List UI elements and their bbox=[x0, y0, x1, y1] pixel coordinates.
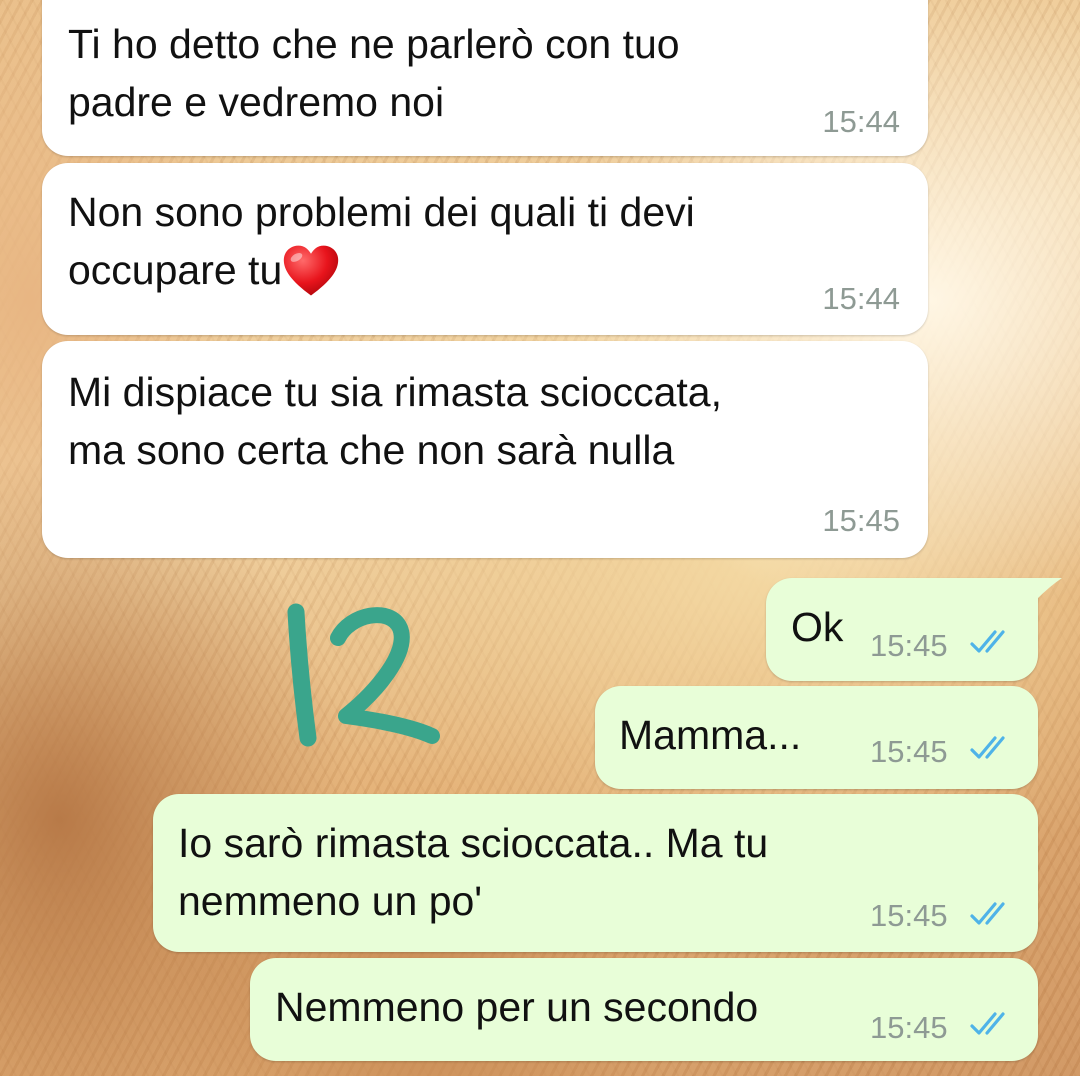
double-check-read-icon bbox=[970, 1012, 1005, 1035]
double-check-read-icon bbox=[970, 736, 1005, 759]
bubble-tail bbox=[1036, 578, 1062, 600]
message-bubble-outgoing[interactable]: Ok 15:45 bbox=[766, 578, 1038, 681]
message-bubble-outgoing[interactable]: Io sarò rimasta scioccata.. Ma tu nemmen… bbox=[153, 794, 1038, 952]
message-text: Io sarò rimasta scioccata.. Ma tu nemmen… bbox=[178, 820, 769, 924]
message-bubble-incoming[interactable]: Ti ho detto che ne parlerò con tuo padre… bbox=[42, 0, 928, 156]
double-check-read-icon bbox=[970, 630, 1005, 653]
message-text-content: Non sono problemi dei quali ti devi occu… bbox=[68, 189, 695, 293]
message-time: 15:44 bbox=[822, 281, 900, 316]
message-time: 15:45 bbox=[870, 628, 948, 663]
message-time: 15:45 bbox=[822, 503, 900, 538]
message-bubble-outgoing[interactable]: Nemmeno per un secondo 15:45 bbox=[250, 958, 1038, 1061]
message-text: Mamma... bbox=[619, 712, 802, 758]
message-text: Mi dispiace tu sia rimasta scioccata, ma… bbox=[68, 369, 722, 473]
message-bubble-outgoing[interactable]: Mamma... 15:45 bbox=[595, 686, 1038, 789]
message-time: 15:45 bbox=[870, 734, 948, 769]
message-text: Non sono problemi dei quali ti devi occu… bbox=[68, 183, 695, 299]
red-heart-icon bbox=[284, 245, 339, 296]
message-text: Ok bbox=[791, 604, 844, 650]
message-text: Nemmeno per un secondo bbox=[275, 984, 759, 1030]
message-time: 15:45 bbox=[870, 1010, 948, 1045]
chat-background: Ti ho detto che ne parlerò con tuo padre… bbox=[0, 0, 1080, 1076]
double-check-read-icon bbox=[970, 902, 1005, 925]
message-time: 15:45 bbox=[870, 898, 948, 933]
message-time: 15:44 bbox=[822, 104, 900, 139]
handwritten-annotation bbox=[287, 603, 440, 747]
message-bubble-incoming[interactable]: Mi dispiace tu sia rimasta scioccata, ma… bbox=[42, 341, 928, 558]
message-text: Ti ho detto che ne parlerò con tuo padre… bbox=[68, 21, 680, 125]
message-bubble-incoming[interactable]: Non sono problemi dei quali ti devi occu… bbox=[42, 163, 928, 335]
